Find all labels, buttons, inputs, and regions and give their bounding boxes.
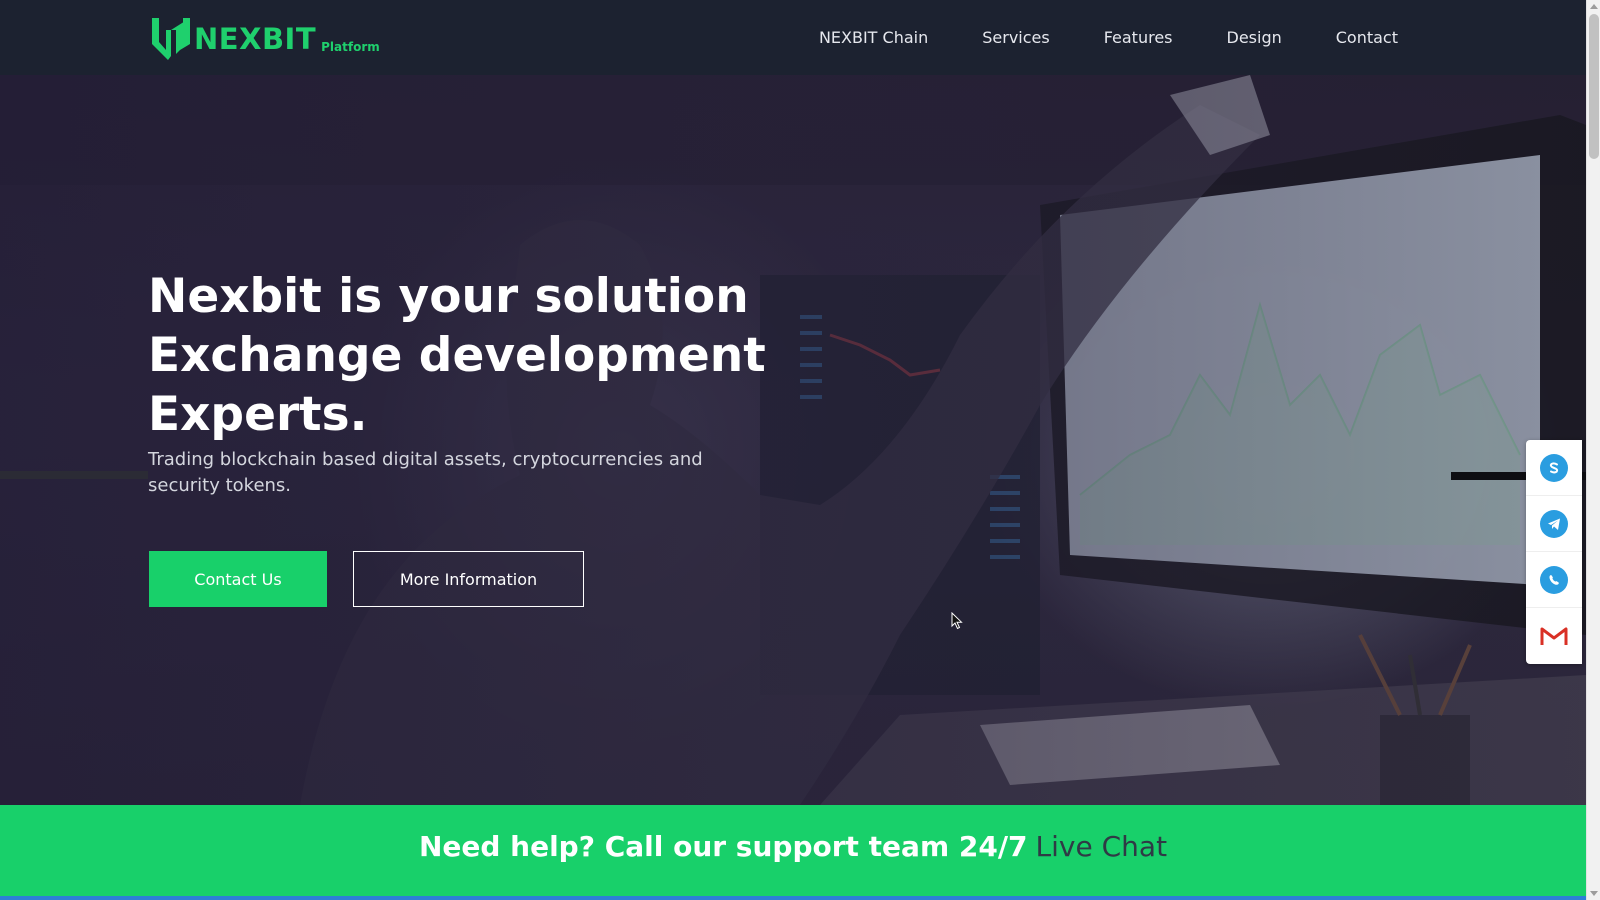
scroll-up-arrow-icon[interactable] — [1590, 4, 1598, 9]
site-header: NEXBIT Platform NEXBIT Chain Services Fe… — [0, 0, 1586, 75]
telegram-button[interactable] — [1526, 496, 1582, 552]
logo[interactable]: NEXBIT Platform — [150, 16, 380, 60]
hero-title-line: Experts. — [148, 387, 368, 442]
scroll-down-arrow-icon[interactable] — [1590, 891, 1598, 896]
logo-subtitle: Platform — [321, 40, 380, 54]
scrollbar-thumb[interactable] — [1589, 14, 1599, 159]
gmail-icon — [1540, 627, 1568, 645]
nav-item-nexbit-chain[interactable]: NEXBIT Chain — [819, 28, 928, 47]
help-text: Need help? Call our support team 24/7 — [418, 830, 1028, 863]
telegram-icon — [1540, 509, 1568, 538]
contact-us-button[interactable]: Contact Us — [149, 551, 327, 607]
live-chat-link[interactable]: Live Chat — [1036, 830, 1168, 863]
gmail-button[interactable] — [1526, 608, 1582, 664]
nav-item-contact[interactable]: Contact — [1336, 28, 1398, 47]
whatsapp-icon — [1540, 565, 1568, 594]
logo-text: NEXBIT — [194, 22, 317, 56]
hero-section: Nexbit is your solution Exchange develop… — [0, 75, 1586, 805]
help-banner-text: Need help? Call our support team 24/7 Liv… — [419, 830, 1167, 863]
whatsapp-button[interactable] — [1526, 552, 1582, 608]
social-contact-widget — [1526, 440, 1582, 664]
nav-item-services[interactable]: Services — [982, 28, 1049, 47]
hero-title: Nexbit is your solution Exchange develop… — [148, 267, 848, 444]
skype-button[interactable] — [1526, 440, 1582, 496]
more-information-button[interactable]: More Information — [353, 551, 584, 607]
main-nav: NEXBIT Chain Services Features Design Co… — [819, 0, 1398, 75]
logo-mark-icon — [152, 18, 190, 60]
help-banner: Need help? Call our support team 24/7 Liv… — [0, 805, 1586, 900]
nav-item-features[interactable]: Features — [1104, 28, 1173, 47]
hero-subtitle: Trading blockchain based digital assets,… — [148, 449, 703, 496]
nav-item-design[interactable]: Design — [1227, 28, 1282, 47]
left-audio-strip[interactable] — [0, 471, 148, 479]
skype-icon — [1540, 453, 1568, 482]
mouse-cursor-icon — [951, 612, 963, 630]
page-scrollbar[interactable] — [1586, 0, 1600, 900]
hero-title-line: Exchange development — [148, 328, 766, 383]
hero-title-line: Nexbit is your solution — [148, 269, 749, 324]
bottom-accent-line — [0, 896, 1586, 900]
